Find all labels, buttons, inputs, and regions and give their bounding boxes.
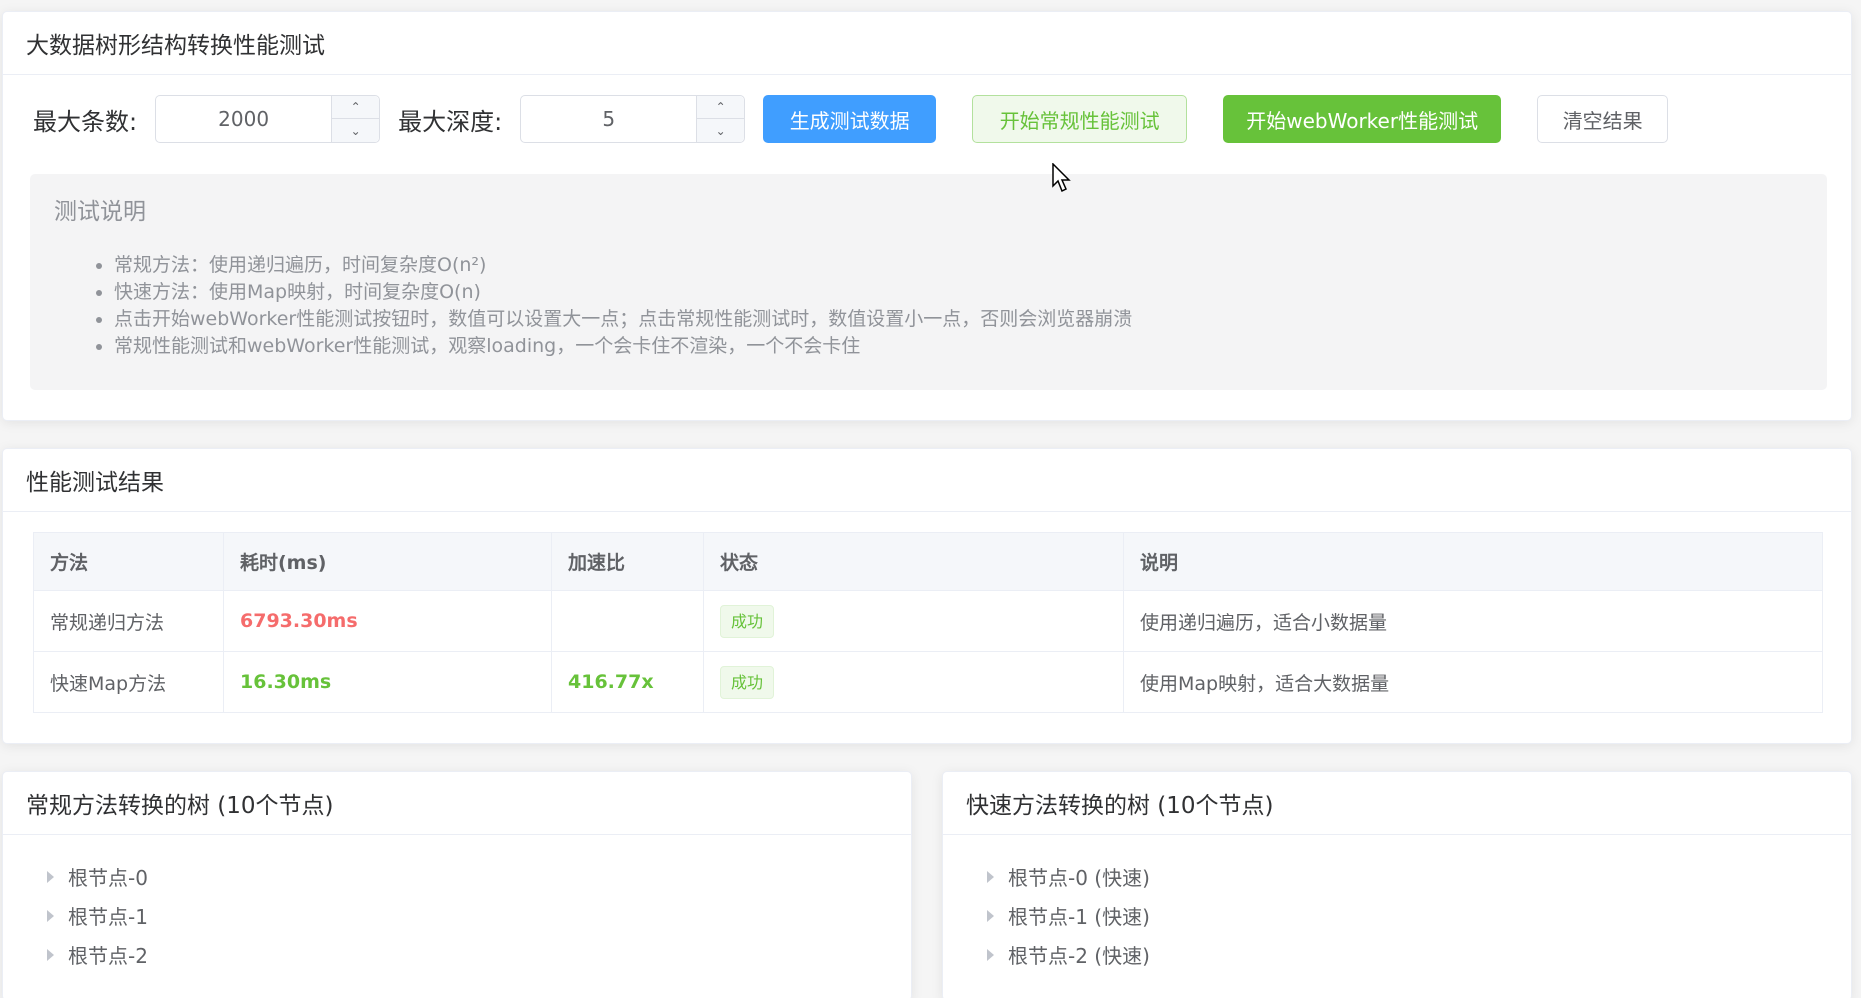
column-header: 加速比 [551,532,704,591]
normal-test-button[interactable]: 开始常规性能测试 [972,95,1188,143]
normal-tree: 根节点-0 根节点-1 根节点-2 [3,835,911,996]
tree-node[interactable]: 根节点-1 [25,896,889,935]
tree-node-label: 根节点-1 [68,905,148,929]
max-depth-label: 最大深度: [398,107,503,136]
tree-node-label: 根节点-1 (快速) [1008,905,1150,929]
note-cell: 使用递归遍历，适合小数据量 [1123,590,1823,652]
time-cell: 16.30ms [223,651,552,713]
status-cell: 成功 [703,590,1124,652]
max-depth-input[interactable]: 5 ⌃ ⌄ [520,95,746,143]
decrease-icon[interactable]: ⌄ [332,119,379,142]
list-item: 常规性能测试和webWorker性能测试，观察loading，一个会卡住不渲染，… [114,333,1803,360]
results-card-title: 性能测试结果 [3,449,1851,512]
tree-node[interactable]: 根节点-0 [25,857,889,896]
tree-node-label: 根节点-0 [68,866,148,890]
config-card: 大数据树形结构转换性能测试 最大条数: 2000 ⌃ ⌄ 最大深度: 5 ⌃ ⌄ [2,11,1852,421]
table-header-row: 方法 耗时(ms) 加速比 状态 说明 [33,532,1823,591]
max-depth-value[interactable]: 5 [521,96,696,142]
list-item: 快速方法：使用Map映射，时间复杂度O(n) [114,279,1803,306]
page: 大数据树形结构转换性能测试 最大条数: 2000 ⌃ ⌄ 最大深度: 5 ⌃ ⌄ [0,0,1861,998]
clear-results-button[interactable]: 清空结果 [1537,95,1669,143]
description-list: 常规方法：使用递归遍历，时间复杂度O(n²) 快速方法：使用Map映射，时间复杂… [54,252,1803,360]
column-header: 状态 [703,532,1124,591]
tree-node-label: 根节点-0 (快速) [1008,866,1150,890]
max-depth-stepper: ⌃ ⌄ [696,96,745,142]
generate-data-button[interactable]: 生成测试数据 [763,95,937,143]
max-count-value[interactable]: 2000 [156,96,331,142]
max-count-stepper: ⌃ ⌄ [331,96,380,142]
description-title: 测试说明 [54,199,146,225]
table-row: 快速Map方法 16.30ms 416.77x 成功 使用Map映射，适合大数据… [33,651,1823,713]
list-item: 点击开始webWorker性能测试按钮时，数值可以设置大一点；点击常规性能测试时… [114,306,1803,333]
increase-icon[interactable]: ⌃ [332,96,380,119]
mouse-cursor-icon [1052,163,1071,193]
fast-tree: 根节点-0 (快速) 根节点-1 (快速) 根节点-2 (快速) [943,835,1851,996]
tree-node[interactable]: 根节点-2 (快速) [965,935,1829,974]
tree-node[interactable]: 根节点-2 [25,935,889,974]
tree-node-label: 根节点-2 (快速) [1008,944,1150,968]
config-card-title: 大数据树形结构转换性能测试 [3,12,1851,75]
decrease-icon[interactable]: ⌄ [697,119,744,142]
speedup-cell: 416.77x [551,651,704,713]
speedup-cell [551,590,704,652]
status-badge: 成功 [720,604,775,638]
max-count-input[interactable]: 2000 ⌃ ⌄ [155,95,381,143]
increase-icon[interactable]: ⌃ [697,96,745,119]
column-header: 方法 [33,532,224,591]
tree-node[interactable]: 根节点-1 (快速) [965,896,1829,935]
time-cell: 6793.30ms [223,590,552,652]
caret-right-icon[interactable] [987,948,994,961]
fast-tree-card: 快速方法转换的树 (10个节点) 根节点-0 (快速) 根节点-1 (快速) 根… [942,771,1852,998]
table-row: 常规递归方法 6793.30ms 成功 使用递归遍历，适合小数据量 [33,590,1823,652]
column-header: 说明 [1123,532,1823,591]
normal-tree-card: 常规方法转换的树 (10个节点) 根节点-0 根节点-1 根节点-2 [2,771,912,998]
method-cell: 快速Map方法 [33,651,224,713]
max-count-label: 最大条数: [33,107,138,136]
caret-right-icon[interactable] [47,870,54,883]
tree-panels: 常规方法转换的树 (10个节点) 根节点-0 根节点-1 根节点-2 快速方法转… [2,771,1861,998]
status-badge: 成功 [720,665,775,699]
note-cell: 使用Map映射，适合大数据量 [1123,651,1823,713]
controls-row: 最大条数: 2000 ⌃ ⌄ 最大深度: 5 ⌃ ⌄ 生成测试数据 开始常规性能… [33,95,1821,143]
method-cell: 常规递归方法 [33,590,224,652]
worker-test-button[interactable]: 开始webWorker性能测试 [1223,95,1502,143]
column-header: 耗时(ms) [223,532,552,591]
fast-tree-title: 快速方法转换的树 (10个节点) [943,772,1851,835]
test-description: 测试说明 常规方法：使用递归遍历，时间复杂度O(n²) 快速方法：使用Map映射… [30,174,1827,390]
status-cell: 成功 [703,651,1124,713]
results-card: 性能测试结果 方法 耗时(ms) 加速比 状态 说明 常规递归方法 6793.3… [2,448,1852,744]
tree-node-label: 根节点-2 [68,944,148,968]
list-item: 常规方法：使用递归遍历，时间复杂度O(n²) [114,252,1803,279]
caret-right-icon[interactable] [47,948,54,961]
caret-right-icon[interactable] [987,870,994,883]
caret-right-icon[interactable] [987,909,994,922]
normal-tree-title: 常规方法转换的树 (10个节点) [3,772,911,835]
caret-right-icon[interactable] [47,909,54,922]
tree-node[interactable]: 根节点-0 (快速) [965,857,1829,896]
results-table: 方法 耗时(ms) 加速比 状态 说明 常规递归方法 6793.30ms 成功 … [33,532,1823,713]
